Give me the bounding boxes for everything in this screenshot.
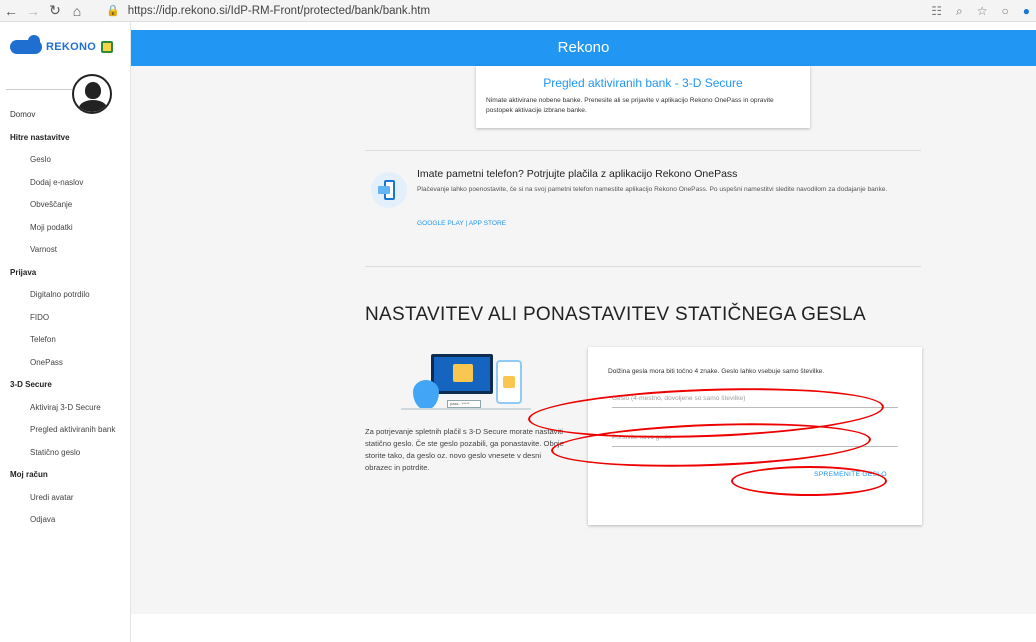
sidebar-item-obvescanje[interactable]: Obveščanje (0, 194, 131, 217)
lock-icon: 🔒 (106, 5, 120, 17)
lock-icon (453, 364, 473, 382)
security-illustration: pass : ***** (361, 344, 536, 416)
divider (365, 150, 921, 151)
sidebar: REKONO Domov Hitre nastavitve Geslo Doda… (0, 22, 131, 642)
tablet-lock-icon (503, 376, 515, 388)
illustration-base (401, 408, 531, 410)
sidebar-item-aktiviraj-3d-secure[interactable]: Aktiviraj 3-D Secure (0, 397, 131, 420)
translate-icon[interactable]: ☷ (931, 4, 942, 18)
back-icon[interactable]: ← (0, 3, 22, 19)
sidebar-menu: Domov Hitre nastavitve Geslo Dodaj e-nas… (0, 104, 131, 532)
url-text[interactable]: https://idp.rekono.si/IdP-RM-Front/prote… (128, 5, 430, 17)
sidebar-item-digitalno-potrdilo[interactable]: Digitalno potrdilo (0, 284, 131, 307)
sidebar-item-onepass[interactable]: OnePass (0, 352, 131, 375)
rekono-logo[interactable]: REKONO (10, 35, 114, 54)
section-title: NASTAVITEV ALI PONASTAVITEV STATIČNEGA G… (365, 304, 866, 325)
password-box: pass : ***** (447, 400, 481, 408)
divider (365, 266, 921, 267)
browser-toolbar: ← → ↻ ⌂ 🔒 https://idp.rekono.si/IdP-RM-F… (0, 0, 1036, 22)
sidebar-item-moji-podatki[interactable]: Moji podatki (0, 217, 131, 240)
form-info-text: Dolžina gesla mora biti točno 4 znake. G… (608, 368, 825, 375)
forward-icon[interactable]: → (22, 3, 44, 19)
smartphone-icon (371, 172, 407, 208)
sidebar-section-hitre-nastavitve: Hitre nastavitve (10, 132, 70, 142)
header-title: Rekono (557, 39, 610, 56)
sidebar-item-domov[interactable]: Domov (0, 104, 131, 127)
footer-area (131, 614, 1036, 642)
promo-links: GOOGLE PLAY | APP STORE (417, 220, 506, 227)
shield-icon (413, 380, 439, 410)
sidebar-item-uredi-avatar[interactable]: Uredi avatar (0, 487, 131, 510)
cloud-icon (10, 35, 42, 54)
reload-icon[interactable]: ↻ (44, 2, 66, 19)
logo-text: REKONO (46, 41, 97, 53)
sidebar-item-staticno-geslo[interactable]: Statično geslo (0, 442, 131, 465)
promo-text: Plačevanje lahko poenostavite, če si na … (417, 186, 888, 193)
sidebar-item-pregled-aktiviranih-bank[interactable]: Pregled aktiviranih bank (0, 419, 131, 442)
sidebar-item-odjava[interactable]: Odjava (0, 509, 131, 532)
bank-card-text: Nimate aktivirane nobene banke. Prenesit… (486, 97, 774, 114)
address-bar[interactable]: 🔒 https://idp.rekono.si/IdP-RM-Front/pro… (106, 4, 430, 18)
browser-right-icons: ☷ ⌕ ☆ ○ ● (931, 0, 1030, 22)
sidebar-item-fido[interactable]: FIDO (0, 307, 131, 330)
annotation-ellipse (731, 466, 887, 496)
bank-card-title: Pregled aktiviranih bank - 3-D Secure (543, 76, 743, 90)
app-store-link[interactable]: APP STORE (469, 220, 507, 227)
sidebar-section-moj-racun: Moj račun (10, 470, 48, 479)
sidebar-item-varnost[interactable]: Varnost (0, 239, 131, 262)
extension-icon[interactable]: ○ (1002, 4, 1009, 18)
zoom-icon[interactable]: ⌕ (956, 4, 963, 19)
star-icon[interactable]: ☆ (977, 4, 988, 18)
padlock-icon (101, 41, 114, 53)
link-separator: | (465, 220, 468, 227)
sidebar-item-telefon[interactable]: Telefon (0, 329, 131, 352)
top-header: Rekono (131, 30, 1036, 66)
sidebar-item-geslo[interactable]: Geslo (0, 149, 131, 172)
promo-title: Imate pametni telefon? Potrjujte plačila… (417, 168, 738, 180)
sidebar-section-prijava: Prijava (10, 267, 37, 277)
main-content: Pregled aktiviranih bank - 3-D Secure Ni… (131, 66, 1036, 614)
sidebar-section-3d-secure: 3-D Secure (10, 380, 52, 389)
google-play-link[interactable]: GOOGLE PLAY (417, 220, 464, 227)
profile-icon[interactable]: ● (1023, 4, 1030, 18)
home-icon[interactable]: ⌂ (66, 3, 88, 19)
sidebar-item-dodaj-e-naslov[interactable]: Dodaj e-naslov (0, 172, 131, 195)
explanation-text: Za potrjevanje spletnih plačil s 3-D Sec… (365, 427, 564, 472)
bank-overview-card: Pregled aktiviranih bank - 3-D Secure Ni… (476, 66, 810, 128)
sidebar-divider (6, 89, 72, 90)
